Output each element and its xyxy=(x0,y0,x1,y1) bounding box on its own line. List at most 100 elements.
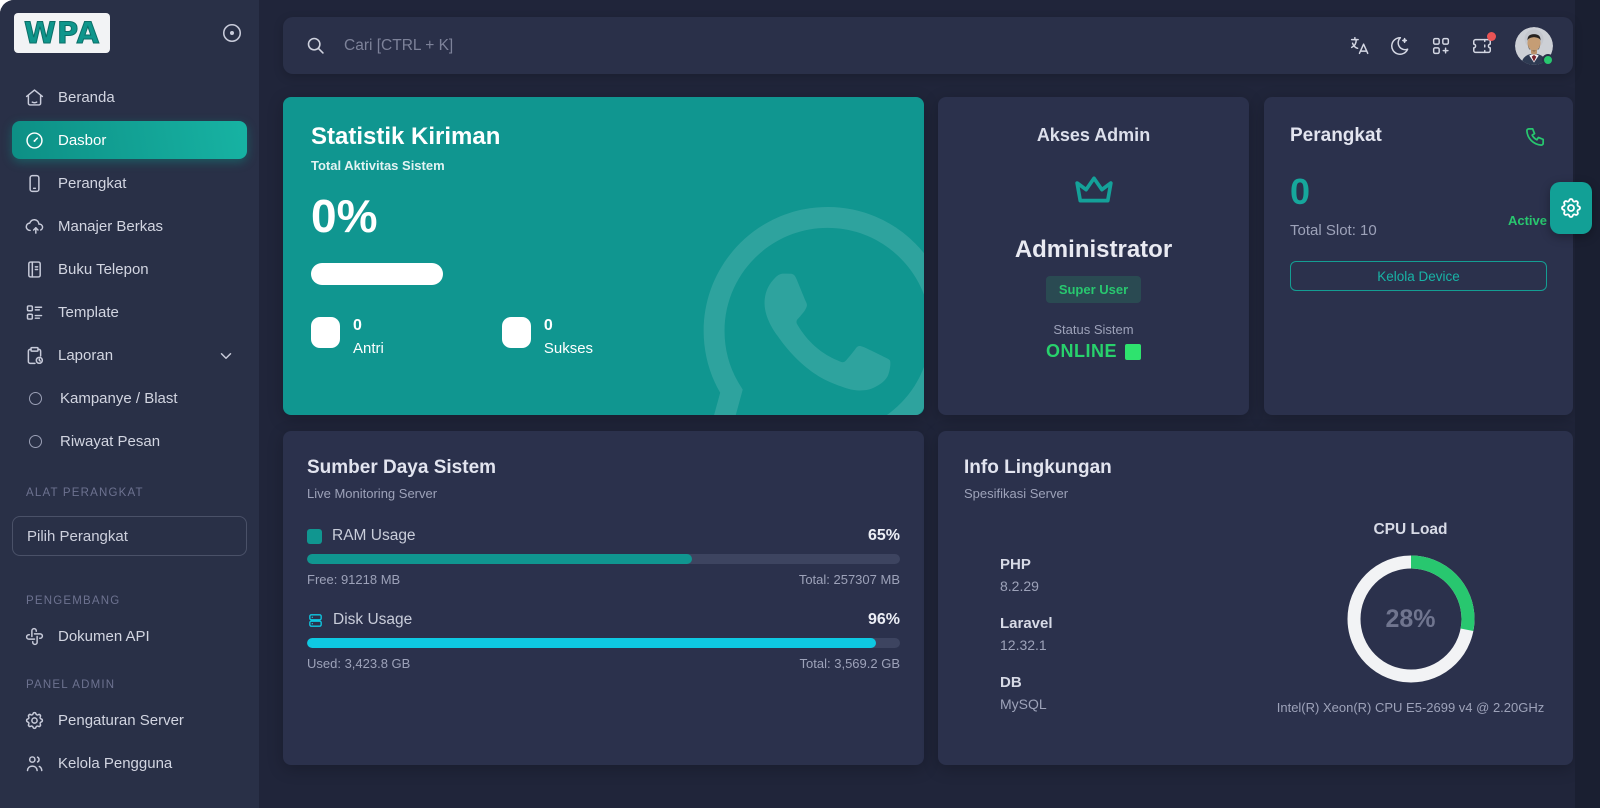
spec-name: Laravel xyxy=(1000,615,1053,632)
ram-total: Total: 257307 MB xyxy=(799,572,900,587)
status-value: ONLINE xyxy=(1046,341,1117,362)
cpu-model: Intel(R) Xeon(R) CPU E5-2699 v4 @ 2.20GH… xyxy=(1248,700,1573,715)
card-title: Info Lingkungan xyxy=(964,457,1547,479)
stat-label: Antri xyxy=(353,340,384,357)
ram-progress-bar xyxy=(307,554,900,564)
scrollbar-track[interactable] xyxy=(1575,0,1600,808)
template-icon xyxy=(24,302,45,323)
cpu-load-title: CPU Load xyxy=(1248,521,1573,539)
card-subtitle: Total Aktivitas Sistem xyxy=(311,158,896,173)
stat-sukses: 0 Sukses xyxy=(502,317,593,357)
perangkat-header: Perangkat xyxy=(1290,125,1547,148)
sidebar-item-template[interactable]: Template xyxy=(12,291,247,334)
whatsapp-watermark-icon xyxy=(702,207,924,415)
sidebar-item-dokumen-api[interactable]: Dokumen API xyxy=(12,615,247,658)
crown-icon xyxy=(1072,168,1116,212)
online-indicator xyxy=(1125,344,1141,360)
sidebar-item-manajer-berkas[interactable]: Manajer Berkas xyxy=(12,205,247,248)
disk-progress-bar xyxy=(307,638,900,648)
sidebar-item-kelola-pengguna[interactable]: Kelola Pengguna xyxy=(12,742,247,785)
moon-stars-icon xyxy=(1389,35,1411,57)
language-icon xyxy=(1348,35,1370,57)
device-count: 0 xyxy=(1290,174,1547,210)
dark-mode-button[interactable] xyxy=(1388,34,1412,58)
spec-value: MySQL xyxy=(1000,696,1053,712)
user-avatar[interactable] xyxy=(1515,27,1553,65)
card-title: Statistik Kiriman xyxy=(311,123,896,151)
circle-icon xyxy=(29,392,42,405)
server-specs: PHP 8.2.29 Laravel 12.32.1 DB MySQL xyxy=(1000,556,1053,733)
sidebar-item-perangkat[interactable]: Perangkat xyxy=(12,162,247,205)
device-active-label: Active xyxy=(1508,213,1547,228)
report-clock-icon xyxy=(24,345,45,366)
spec-laravel: Laravel 12.32.1 xyxy=(1000,615,1053,653)
spec-name: PHP xyxy=(1000,556,1053,573)
sidebar-item-label: Perangkat xyxy=(58,175,126,192)
app-logo[interactable]: WPA xyxy=(14,13,110,54)
section-label-panel-admin: PANEL ADMIN xyxy=(12,679,259,691)
card-subtitle: Live Monitoring Server xyxy=(307,486,900,501)
sidebar-item-laporan[interactable]: Laporan xyxy=(12,334,247,377)
search-icon xyxy=(305,35,326,56)
database-icon xyxy=(307,612,324,629)
language-button[interactable] xyxy=(1347,34,1371,58)
cloud-upload-icon xyxy=(24,216,45,237)
status-label: Status Sistem xyxy=(1053,322,1133,337)
device-select-value: Pilih Perangkat xyxy=(27,528,128,545)
akses-admin-card: Akses Admin Administrator Super User Sta… xyxy=(938,97,1249,415)
sidebar-item-label: Dasbor xyxy=(58,132,106,149)
users-icon xyxy=(24,753,45,774)
sidebar-item-buku-telepon[interactable]: Buku Telepon xyxy=(12,248,247,291)
section-label-pengembang: PENGEMBANG xyxy=(12,595,259,607)
sidebar: WPA Beranda Dasbor Perangkat Manajer Ber… xyxy=(0,0,259,808)
ram-free: Free: 91218 MB xyxy=(307,572,400,587)
sidebar-item-kampanye-blast[interactable]: Kampanye / Blast xyxy=(12,377,247,420)
admin-role: Administrator xyxy=(1015,236,1172,264)
app-root: WPA Beranda Dasbor Perangkat Manajer Ber… xyxy=(0,0,1600,808)
topbar-actions xyxy=(1347,27,1553,65)
notification-dot xyxy=(1487,32,1496,41)
gauge-icon xyxy=(24,130,45,151)
smartphone-icon xyxy=(24,173,45,194)
sidebar-item-pengaturan-server[interactable]: Pengaturan Server xyxy=(12,699,247,742)
info-lingkungan-card: Info Lingkungan Spesifikasi Server PHP 8… xyxy=(938,431,1573,765)
device-select[interactable]: Pilih Perangkat xyxy=(12,516,247,556)
sidebar-item-label: Buku Telepon xyxy=(58,261,149,278)
disk-used: Used: 3,423.8 GB xyxy=(307,656,410,671)
sidebar-item-label: Riwayat Pesan xyxy=(60,433,160,450)
sumber-daya-card: Sumber Daya Sistem Live Monitoring Serve… xyxy=(283,431,924,765)
gear-icon xyxy=(24,710,45,731)
section-label-alat-perangkat: ALAT PERANGKAT xyxy=(12,487,259,499)
sidebar-item-beranda[interactable]: Beranda xyxy=(12,76,247,119)
sidebar-item-riwayat-pesan[interactable]: Riwayat Pesan xyxy=(12,420,247,463)
stat-value: 0 xyxy=(353,317,384,335)
customizer-button[interactable] xyxy=(1550,182,1592,234)
sidebar-collapse-toggle[interactable] xyxy=(221,22,243,44)
disk-percent: 96% xyxy=(868,611,900,629)
kelola-device-button[interactable]: Kelola Device xyxy=(1290,261,1547,291)
sidebar-nav-admin: Pengaturan Server Kelola Pengguna xyxy=(0,699,259,785)
card-title: Perangkat xyxy=(1290,125,1382,147)
disk-usage-row: Disk Usage 96% xyxy=(307,611,900,629)
disk-progress-fill xyxy=(307,638,876,648)
home-icon xyxy=(24,87,45,108)
super-user-badge: Super User xyxy=(1046,276,1141,303)
search-input[interactable] xyxy=(342,36,766,56)
status-row: ONLINE xyxy=(1046,341,1141,362)
sidebar-nav: Beranda Dasbor Perangkat Manajer Berkas … xyxy=(0,58,259,463)
cpu-load-gauge: 28% xyxy=(1344,552,1478,686)
card-title: Akses Admin xyxy=(1037,125,1150,146)
notifications-button[interactable] xyxy=(1470,34,1494,58)
spec-php: PHP 8.2.29 xyxy=(1000,556,1053,594)
topbar xyxy=(283,17,1573,74)
sidebar-item-label: Beranda xyxy=(58,89,115,106)
stat-value: 0 xyxy=(544,317,593,335)
shortcuts-button[interactable] xyxy=(1429,34,1453,58)
gear-icon xyxy=(1559,196,1583,220)
cpu-percent: 28% xyxy=(1344,552,1478,686)
sidebar-item-label: Manajer Berkas xyxy=(58,218,163,235)
ram-percent: 65% xyxy=(868,527,900,545)
sidebar-item-dasbor[interactable]: Dasbor xyxy=(12,121,247,159)
sidebar-item-label: Laporan xyxy=(58,347,113,364)
card-title: Sumber Daya Sistem xyxy=(307,457,900,479)
